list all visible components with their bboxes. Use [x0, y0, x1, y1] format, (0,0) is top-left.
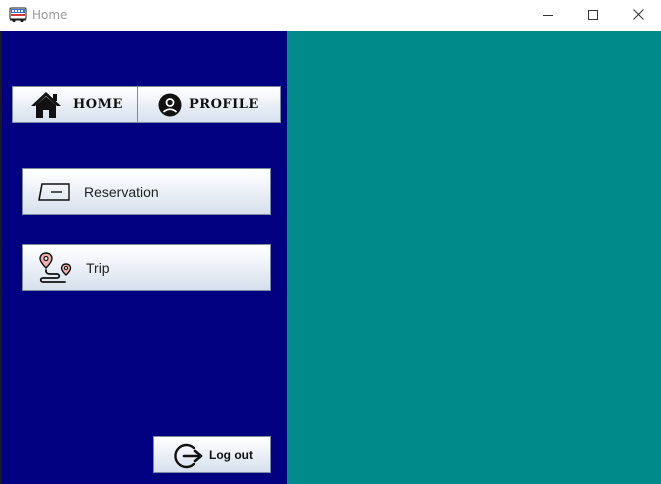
route-pin-icon — [37, 251, 75, 290]
title-bar[interactable]: Home — [0, 0, 661, 31]
reservation-button[interactable]: Reservation — [22, 168, 271, 215]
logout-button[interactable]: Log out — [153, 436, 271, 473]
main-content-area — [287, 31, 661, 484]
home-label: HOME — [73, 97, 123, 112]
logout-label: Log out — [209, 448, 253, 462]
trip-label: Trip — [86, 260, 110, 276]
maximize-icon — [588, 7, 598, 25]
profile-label: PROFILE — [189, 97, 259, 112]
close-button[interactable] — [615, 0, 661, 31]
bus-icon — [9, 7, 27, 23]
profile-button[interactable]: PROFILE — [137, 86, 281, 123]
maximize-button[interactable] — [570, 0, 616, 31]
home-button[interactable]: HOME — [12, 86, 138, 123]
ticket-icon — [38, 182, 72, 207]
home-icon — [29, 90, 63, 125]
reservation-label: Reservation — [84, 184, 159, 200]
logout-icon — [174, 442, 204, 475]
minimize-icon — [543, 7, 553, 25]
window-title: Home — [32, 8, 68, 22]
trip-button[interactable]: Trip — [22, 244, 271, 291]
sidebar: HOME PROFILE Reservation Trip Log out — [2, 31, 287, 484]
app-window: Home HOME PROFILE Reservation Trip Log o… — [0, 0, 661, 484]
user-circle-icon — [158, 93, 182, 122]
close-icon — [632, 7, 644, 25]
minimize-button[interactable] — [525, 0, 571, 31]
